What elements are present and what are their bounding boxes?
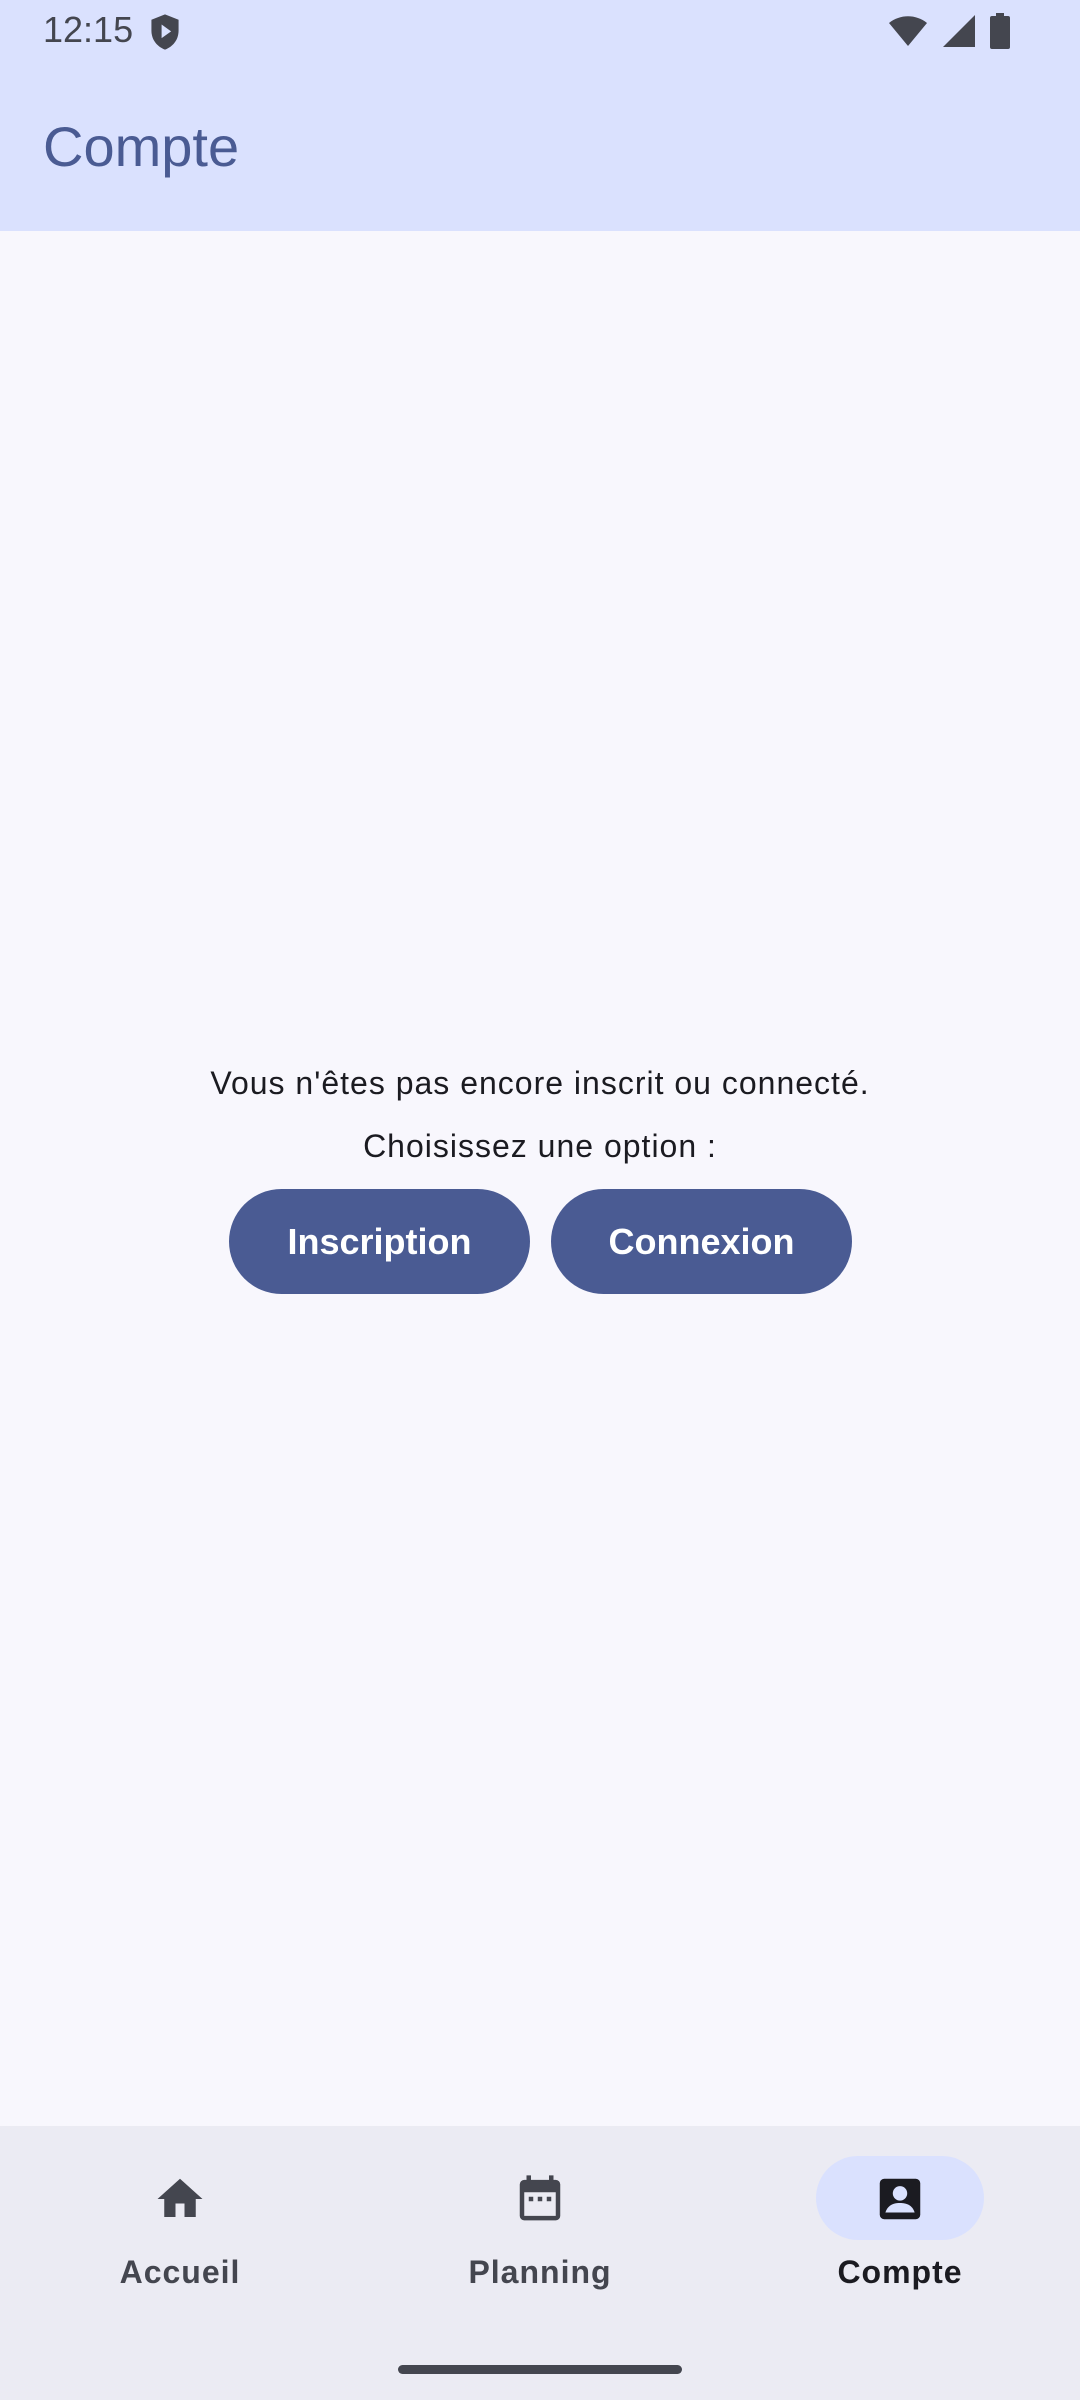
bottom-navigation-bar: Accueil Planning Compte xyxy=(0,2126,1080,2400)
choose-option-message: Choisissez une option : xyxy=(363,1128,717,1164)
calendar-icon xyxy=(519,2175,561,2221)
nav-item-accueil[interactable]: Accueil xyxy=(0,2126,360,2316)
home-icon xyxy=(157,2178,203,2217)
login-button[interactable]: Connexion xyxy=(551,1189,852,1294)
shield-icon xyxy=(151,14,179,50)
register-button[interactable]: Inscription xyxy=(229,1189,530,1294)
account-box-icon xyxy=(879,2178,921,2220)
account-content xyxy=(0,231,1080,2126)
page-title: Compte xyxy=(43,115,240,178)
nav-item-compte[interactable]: Compte xyxy=(720,2126,1080,2316)
nav-label-planning: Planning xyxy=(468,2254,612,2290)
nav-item-planning[interactable]: Planning xyxy=(360,2126,720,2316)
nav-label-compte: Compte xyxy=(837,2254,963,2290)
battery-icon xyxy=(990,13,1010,49)
top-app-bar: 12:15 Compte xyxy=(0,0,1080,231)
gesture-handle[interactable] xyxy=(398,2365,682,2374)
system-icons xyxy=(888,12,1010,50)
wifi-icon xyxy=(889,16,927,46)
nav-label-accueil: Accueil xyxy=(119,2254,241,2290)
signal-icon xyxy=(943,15,975,47)
status-time: 12:15 xyxy=(43,9,134,50)
not-signed-in-message: Vous n'êtes pas encore inscrit ou connec… xyxy=(210,1065,870,1101)
status-bar: 12:15 xyxy=(0,0,1080,60)
